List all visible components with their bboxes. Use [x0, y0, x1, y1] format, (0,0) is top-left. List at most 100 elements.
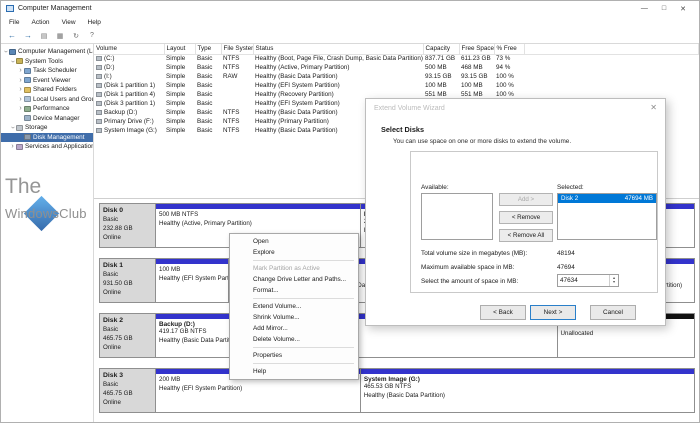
volume-row[interactable]: (C:) Simple Basic NTFS Healthy (Boot, Pa… — [94, 54, 699, 63]
chevron-collapsed-icon[interactable]: › — [17, 77, 24, 84]
column-header-free-space[interactable]: Free Space — [459, 44, 494, 54]
toolbar: ← → ▤ ▦ ↻ ? — [1, 28, 699, 44]
menu-separator — [253, 363, 354, 364]
sidebar-item-shared-folders[interactable]: › Shared Folders — [1, 85, 93, 95]
cell-layout: Simple — [164, 117, 195, 126]
column-header-capacity[interactable]: Capacity — [423, 44, 459, 54]
close-button[interactable]: ✕ — [680, 5, 686, 13]
chevron-expanded-icon[interactable]: › — [9, 124, 16, 131]
disk-strip-3: Disk 3 Basic 465.75 GB Online 200 MB Hea… — [99, 368, 695, 413]
disk-size: 931.50 GB — [103, 280, 152, 289]
column-header-percent-free[interactable]: % Free — [494, 44, 524, 54]
menu-item-file[interactable]: File — [3, 19, 25, 26]
cell-layout: Simple — [164, 54, 195, 63]
context-menu-item-shrink-volume[interactable]: Shrink Volume... — [231, 312, 357, 323]
column-header-volume[interactable]: Volume — [94, 44, 164, 54]
context-menu-item-extend-volume[interactable]: Extend Volume... — [231, 301, 357, 312]
context-menu-item-open[interactable]: Open — [231, 236, 357, 247]
chevron-collapsed-icon[interactable]: › — [17, 67, 24, 74]
show-console-tree-icon[interactable]: ▤ — [37, 29, 51, 42]
cell-volume: (Disk 3 partition 1) — [94, 99, 164, 108]
volume-row[interactable]: (D:) Simple Basic NTFS Healthy (Active, … — [94, 63, 699, 72]
chevron-collapsed-icon[interactable]: › — [17, 86, 24, 93]
context-menu-item-explore[interactable]: Explore — [231, 247, 357, 258]
menubar: File Action View Help — [1, 16, 699, 28]
context-menu-item-format[interactable]: Format... — [231, 285, 357, 296]
cell-type: Basic — [195, 72, 221, 81]
cell-status: Healthy (Boot, Page File, Crash Dump, Ba… — [253, 54, 423, 63]
sidebar-item-storage[interactable]: › Storage — [1, 123, 93, 133]
sidebar-item-system-tools[interactable]: › System Tools — [1, 57, 93, 67]
chevron-collapsed-icon[interactable]: › — [9, 143, 16, 150]
chevron-collapsed-icon[interactable]: › — [17, 96, 24, 103]
cell-status: Healthy (Active, Primary Partition) — [253, 63, 423, 72]
next-button[interactable]: Next > — [530, 305, 576, 320]
minimize-button[interactable]: — — [641, 5, 648, 13]
context-menu-item-help[interactable]: Help — [231, 366, 357, 377]
sidebar-item-computer-management[interactable]: › Computer Management (Local — [1, 47, 93, 57]
context-menu-item-properties[interactable]: Properties — [231, 350, 357, 361]
partition-status: Healthy (EFI System Partition) — [159, 385, 357, 394]
partition-disk3-system-image[interactable]: System Image (G:) 465.53 GB NTFS Healthy… — [361, 368, 695, 413]
disk-1-label[interactable]: Disk 1 Basic 931.50 GB Online — [99, 258, 156, 303]
sidebar-item-label: Task Scheduler — [33, 67, 77, 74]
volume-row[interactable]: (Disk 1 partition 1) Simple Basic Health… — [94, 81, 699, 90]
sidebar-item-event-viewer[interactable]: › Event Viewer — [1, 76, 93, 86]
chevron-expanded-icon[interactable]: › — [2, 48, 9, 55]
context-menu-item-change-drive-letter[interactable]: Change Drive Letter and Paths... — [231, 274, 357, 285]
properties-icon[interactable]: ▦ — [53, 29, 67, 42]
menu-separator — [253, 260, 354, 261]
context-menu-item-delete-volume[interactable]: Delete Volume... — [231, 334, 357, 345]
menu-item-action[interactable]: Action — [25, 19, 55, 26]
spin-down-icon[interactable]: ▼ — [612, 281, 616, 285]
volume-icon — [96, 101, 102, 106]
total-size-value: 48194 — [557, 250, 575, 257]
chevron-expanded-icon[interactable]: › — [9, 58, 16, 65]
refresh-icon[interactable]: ↻ — [69, 29, 83, 42]
forward-icon[interactable]: → — [21, 29, 35, 42]
chevron-collapsed-icon[interactable]: › — [17, 105, 24, 112]
total-size-label: Total volume size in megabytes (MB): — [421, 250, 527, 257]
cell-free-space: 100 MB — [459, 81, 494, 90]
close-icon[interactable]: ✕ — [650, 103, 657, 112]
partition-disk1-efi[interactable]: 100 MB Healthy (EFI System Partition) — [156, 258, 229, 303]
menu-item-help[interactable]: Help — [82, 19, 107, 26]
selected-listbox[interactable]: Disk 2 47694 MB — [557, 193, 657, 240]
disk-0-label[interactable]: Disk 0 Basic 232.88 GB Online — [99, 203, 156, 248]
column-header-type[interactable]: Type — [195, 44, 221, 54]
disk-3-label[interactable]: Disk 3 Basic 465.75 GB Online — [99, 368, 156, 413]
cell-percent-free: 94 % — [494, 63, 524, 72]
menu-item-view[interactable]: View — [56, 19, 82, 26]
maximize-button[interactable]: □ — [662, 5, 666, 13]
menu-separator — [253, 347, 354, 348]
sidebar-item-device-manager[interactable]: Device Manager — [1, 114, 93, 124]
back-button[interactable]: < Back — [480, 305, 526, 320]
cell-percent-free: 100 % — [494, 81, 524, 90]
volume-row[interactable]: (I:) Simple Basic RAW Healthy (Basic Dat… — [94, 72, 699, 81]
storage-icon — [16, 125, 23, 131]
remove-all-button[interactable]: < Remove All — [499, 229, 553, 242]
back-icon[interactable]: ← — [5, 29, 19, 42]
sidebar-item-task-scheduler[interactable]: › Task Scheduler — [1, 66, 93, 76]
sidebar-item-performance[interactable]: › Performance — [1, 104, 93, 114]
disk-name: Disk 0 — [103, 206, 152, 216]
cancel-button[interactable]: Cancel — [590, 305, 636, 320]
selected-disk-row[interactable]: Disk 2 47694 MB — [558, 194, 656, 203]
column-header-status[interactable]: Status — [253, 44, 423, 54]
sidebar-item-disk-management[interactable]: Disk Management — [1, 133, 93, 143]
context-menu-item-add-mirror[interactable]: Add Mirror... — [231, 323, 357, 334]
spinner-arrows: ▲ ▼ — [609, 275, 618, 286]
cell-volume: Primary Drive (F:) — [94, 117, 164, 126]
column-header-file-system[interactable]: File System — [221, 44, 253, 54]
disk-size: 465.75 GB — [103, 390, 152, 399]
cell-file-system: NTFS — [221, 117, 253, 126]
disk-2-label[interactable]: Disk 2 Basic 465.75 GB Online — [99, 313, 156, 358]
cell-file-system — [221, 99, 253, 108]
help-icon[interactable]: ? — [85, 29, 99, 42]
sidebar-item-local-users-and-groups[interactable]: › Local Users and Groups — [1, 95, 93, 105]
column-header-layout[interactable]: Layout — [164, 44, 195, 54]
available-listbox[interactable] — [421, 193, 493, 240]
amount-spinbox[interactable]: 47634 ▲ ▼ — [557, 274, 619, 287]
sidebar-item-services-and-applications[interactable]: › Services and Applications — [1, 142, 93, 152]
remove-button[interactable]: < Remove — [499, 211, 553, 224]
